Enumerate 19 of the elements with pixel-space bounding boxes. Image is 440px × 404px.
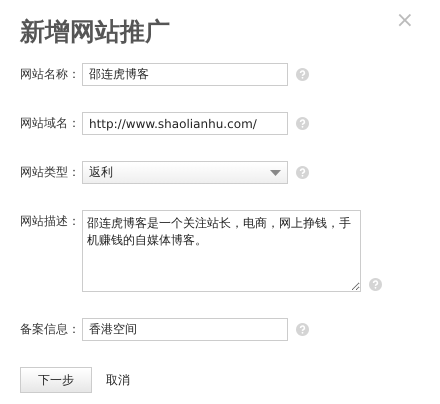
field-label: 网站名称： [20, 66, 81, 83]
caret-icon [270, 170, 281, 176]
help-icon[interactable] [296, 323, 309, 336]
dropdown[interactable]: 返利 [82, 161, 288, 184]
field-label: 网站类型： [20, 164, 81, 181]
text-field[interactable]: 邵连虎博客 [82, 63, 288, 86]
text-field[interactable]: http://www.shaolianhu.com/ [82, 112, 288, 135]
field-label: 网站域名： [20, 115, 81, 132]
field-label: 备案信息： [20, 321, 81, 338]
help-icon[interactable] [296, 117, 309, 130]
dialog-title: 新增网站推广 [20, 16, 170, 48]
cancel-link[interactable]: 取消 [106, 372, 130, 388]
description-field[interactable]: 邵连虎博客是一个关注站长，电商，网上挣钱，手机赚钱的自媒体博客。 [82, 210, 361, 292]
help-icon[interactable] [369, 278, 382, 291]
field-label: 网站描述： [20, 213, 81, 230]
help-icon[interactable] [296, 68, 309, 81]
text-field[interactable]: 香港空间 [82, 318, 288, 341]
next-button[interactable]: 下一步 [20, 367, 92, 393]
help-icon[interactable] [296, 166, 309, 179]
